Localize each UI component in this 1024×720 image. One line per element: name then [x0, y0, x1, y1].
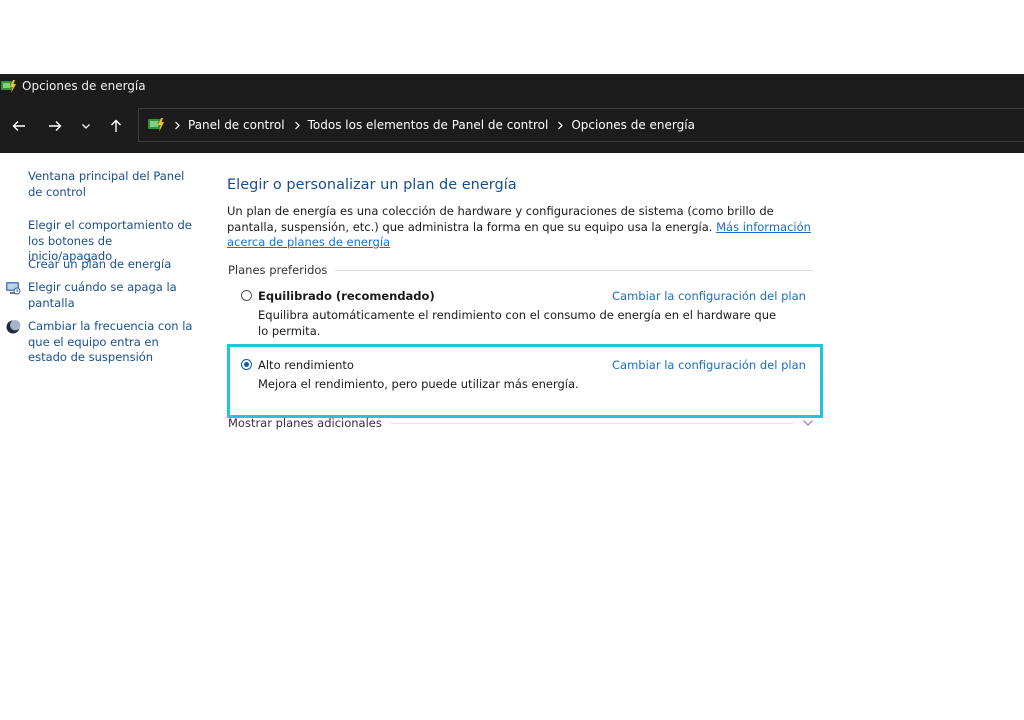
chevron-down-icon[interactable] — [802, 419, 814, 427]
plan-balanced-description: Equilibra automáticamente el rendimiento… — [258, 308, 777, 338]
control-panel-icon — [148, 118, 164, 132]
plan-high-performance: Alto rendimiento Cambiar la configuració… — [241, 358, 806, 394]
arrow-left-icon — [12, 121, 25, 131]
moon-icon — [6, 320, 21, 334]
power-options-icon — [1, 80, 16, 93]
plan-balanced-settings-link[interactable]: Cambiar la configuración del plan — [612, 289, 806, 303]
divider — [389, 422, 794, 424]
sidebar-item-sleep[interactable]: Cambiar la frecuencia con la que el equi… — [28, 319, 196, 366]
sidebar-item-control-panel-home[interactable]: Ventana principal del Panel de control — [28, 169, 196, 200]
chevron-right-icon — [557, 121, 564, 130]
intro-description: Un plan de energía es una colección de h… — [227, 204, 774, 234]
plan-balanced: Equilibrado (recomendado) Cambiar la con… — [241, 289, 806, 338]
up-button[interactable] — [107, 115, 125, 137]
monitor-icon — [6, 282, 21, 295]
plan-high-performance-settings-link[interactable]: Cambiar la configuración del plan — [612, 358, 806, 372]
arrow-up-icon — [111, 119, 121, 132]
intro-text: Un plan de energía es una colección de h… — [227, 204, 817, 251]
address-bar[interactable]: Panel de control Todos los elementos de … — [138, 108, 1024, 142]
chevron-right-icon — [174, 121, 181, 130]
page-title: Elegir o personalizar un plan de energía — [227, 177, 517, 193]
sidebar-item-display-off[interactable]: Elegir cuándo se apaga la pantalla — [28, 280, 196, 311]
back-button[interactable] — [10, 115, 28, 137]
plan-high-performance-name[interactable]: Alto rendimiento — [258, 358, 354, 372]
preferred-plans-group: Planes preferidos — [228, 263, 813, 277]
breadcrumb-item-all-items[interactable]: Todos los elementos de Panel de control — [308, 118, 549, 132]
title-bar: Opciones de energía — [0, 74, 1024, 100]
show-additional-plans[interactable]: Mostrar planes adicionales — [228, 416, 814, 430]
breadcrumb-item-power-options[interactable]: Opciones de energía — [571, 118, 695, 132]
plan-balanced-name[interactable]: Equilibrado (recomendado) — [258, 289, 435, 303]
chevron-down-icon — [82, 124, 90, 129]
arrow-right-icon — [49, 121, 62, 131]
sidebar-item-create-plan[interactable]: Crear un plan de energía — [28, 257, 196, 273]
chevron-right-icon — [294, 121, 301, 130]
plan-balanced-radio[interactable] — [241, 290, 252, 301]
divider — [335, 269, 813, 271]
window-title: Opciones de energía — [22, 79, 146, 93]
forward-button[interactable] — [46, 115, 64, 137]
recent-locations-button[interactable] — [79, 115, 93, 137]
sidebar: Ventana principal del Panel de control E… — [0, 153, 205, 720]
plan-high-performance-radio[interactable] — [241, 359, 252, 370]
plan-high-performance-description: Mejora el rendimiento, pero puede utiliz… — [258, 377, 579, 391]
preferred-plans-label: Planes preferidos — [228, 263, 328, 277]
navigation-bar: Panel de control Todos los elementos de … — [0, 100, 1024, 153]
show-additional-plans-label: Mostrar planes adicionales — [228, 416, 382, 430]
breadcrumb-item-control-panel[interactable]: Panel de control — [188, 118, 285, 132]
